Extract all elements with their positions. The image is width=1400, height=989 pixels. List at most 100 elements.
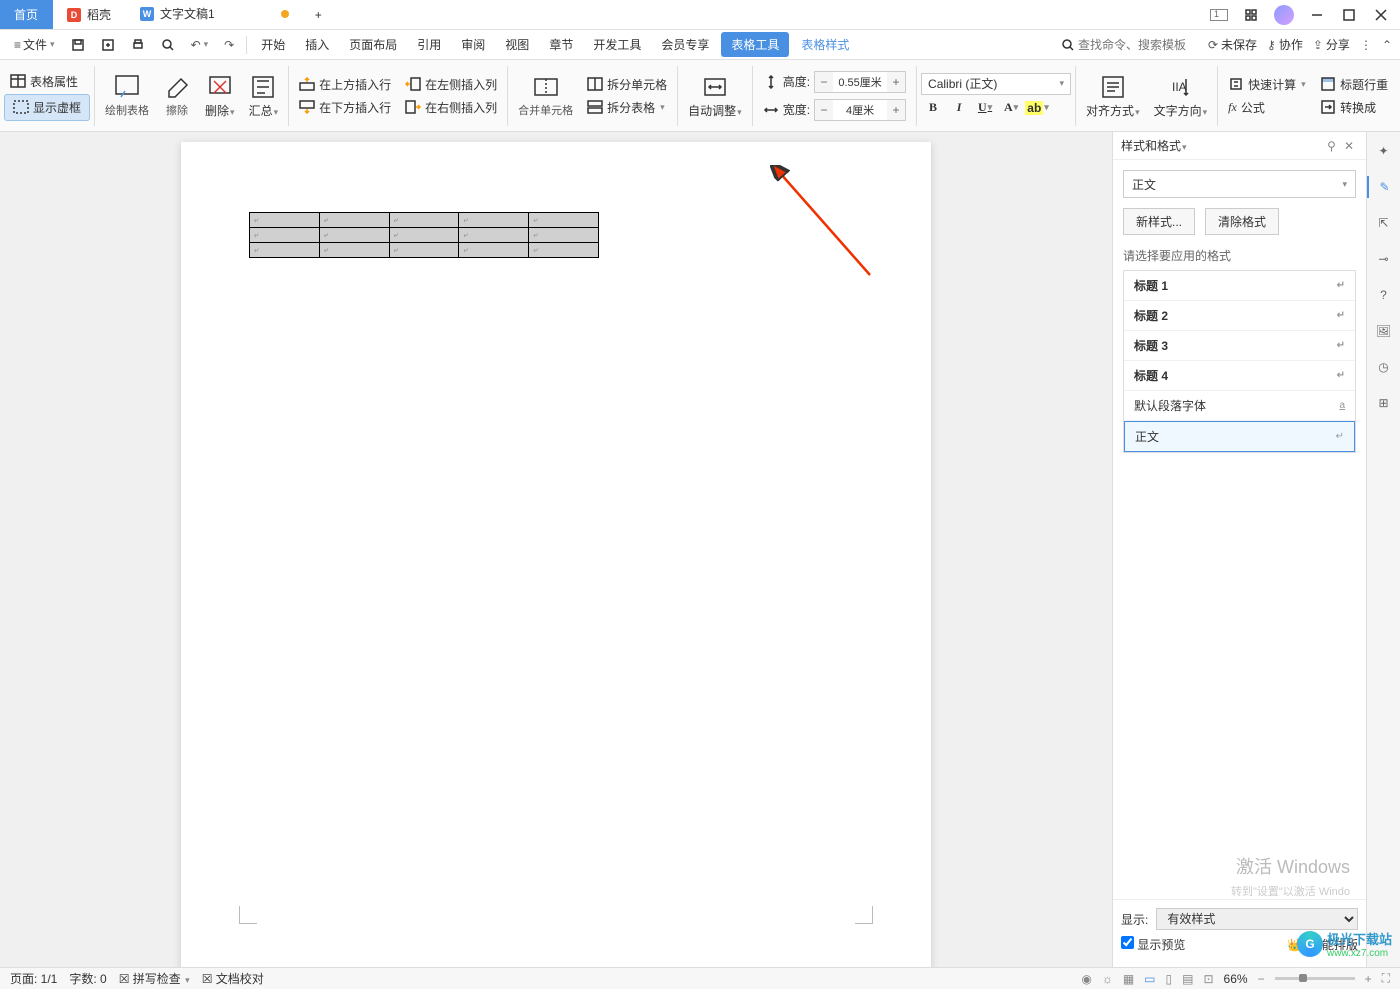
title-row-repeat-button[interactable]: 标题行重 <box>1314 74 1394 95</box>
style-heading1[interactable]: 标题 1↵ <box>1124 271 1355 301</box>
italic-button[interactable]: I <box>947 97 971 119</box>
share-button[interactable]: ⇪分享 <box>1313 36 1350 53</box>
menu-hamburger[interactable]: ≡ 文件▾ <box>8 33 61 56</box>
status-spell[interactable]: ☒ 拼写检查 ▾ <box>119 970 190 987</box>
rail-help-icon[interactable]: ? <box>1373 284 1395 306</box>
rail-tool-icon[interactable]: ⊞ <box>1373 392 1395 414</box>
close-button[interactable] <box>1366 3 1396 27</box>
qat-export[interactable] <box>95 35 121 55</box>
rail-sparkle-icon[interactable]: ✦ <box>1373 140 1395 162</box>
height-plus[interactable]: + <box>887 72 905 92</box>
style-heading2[interactable]: 标题 2↵ <box>1124 301 1355 331</box>
qat-preview[interactable] <box>155 35 181 55</box>
style-default-font[interactable]: 默认段落字体a <box>1124 391 1355 421</box>
rail-image-icon[interactable]: 🖼 <box>1373 320 1395 342</box>
document-table[interactable]: ⤶⤶⤶⤶⤶ ⤶⤶⤶⤶⤶ ⤶⤶⤶⤶⤶ <box>249 212 599 258</box>
menu-chapter[interactable]: 章节 <box>541 32 581 57</box>
qat-print[interactable] <box>125 35 151 55</box>
menu-insert[interactable]: 插入 <box>297 32 337 57</box>
sb-grid-icon[interactable]: ▦ <box>1123 972 1134 986</box>
smart-layout-link[interactable]: 智能排版 <box>1310 936 1358 953</box>
summary-button[interactable]: 汇总▾ <box>243 71 285 121</box>
rail-settings-icon[interactable]: ⊸ <box>1373 248 1395 270</box>
apps-icon[interactable] <box>1236 3 1266 27</box>
minimize-button[interactable] <box>1302 3 1332 27</box>
qat-undo[interactable]: ↶▾ <box>185 35 215 55</box>
sb-page-icon[interactable]: ▭ <box>1144 972 1155 986</box>
font-color-button[interactable]: A▾ <box>999 97 1023 119</box>
underline-button[interactable]: U▾ <box>973 97 997 119</box>
unsaved-button[interactable]: ⟳未保存 <box>1208 36 1257 53</box>
style-body-text[interactable]: 正文↵ <box>1124 421 1355 452</box>
convert-button[interactable]: 转换成 <box>1314 97 1394 118</box>
tab-docker[interactable]: D稻壳 <box>53 0 126 29</box>
sb-eye-icon[interactable]: ◉ <box>1081 972 1091 986</box>
menu-start[interactable]: 开始 <box>253 32 293 57</box>
width-plus[interactable]: + <box>887 100 905 120</box>
menu-table-tools[interactable]: 表格工具 <box>721 32 789 57</box>
menu-member[interactable]: 会员专享 <box>653 32 717 57</box>
zoom-level[interactable]: 66% <box>1224 972 1248 986</box>
menu-ref[interactable]: 引用 <box>409 32 449 57</box>
sb-web-icon[interactable]: ▤ <box>1182 972 1193 986</box>
font-select[interactable]: Calibri (正文)▾ <box>921 73 1071 95</box>
sb-read-icon[interactable]: ▯ <box>1166 972 1173 986</box>
menu-view[interactable]: 视图 <box>497 32 537 57</box>
table-props-button[interactable]: 表格属性 <box>4 71 90 92</box>
tab-add[interactable]: + <box>304 0 334 29</box>
rail-clock-icon[interactable]: ◷ <box>1373 356 1395 378</box>
erase-button[interactable]: 擦除 <box>157 71 197 120</box>
menu-dev[interactable]: 开发工具 <box>585 32 649 57</box>
tab-home[interactable]: 首页 <box>0 0 53 29</box>
autofit-button[interactable]: 自动调整▾ <box>682 71 748 121</box>
tab-document[interactable]: W文字文稿1 <box>126 0 304 29</box>
current-style-select[interactable]: 正文▾ <box>1123 170 1356 198</box>
insert-col-left-button[interactable]: 在左侧插入列 <box>399 74 503 95</box>
more-menu[interactable]: ⋮ <box>1360 38 1372 52</box>
style-heading4[interactable]: 标题 4↵ <box>1124 361 1355 391</box>
show-select[interactable]: 有效样式 <box>1156 908 1358 930</box>
zoom-out[interactable]: − <box>1258 972 1265 986</box>
menu-review[interactable]: 审阅 <box>453 32 493 57</box>
width-minus[interactable]: − <box>815 100 833 120</box>
qat-redo[interactable]: ↷ <box>218 35 240 55</box>
status-words[interactable]: 字数: 0 <box>69 970 106 987</box>
height-input[interactable] <box>833 76 887 88</box>
user-avatar[interactable] <box>1274 5 1294 25</box>
height-minus[interactable]: − <box>815 72 833 92</box>
menu-table-style[interactable]: 表格样式 <box>793 32 857 57</box>
search-input[interactable] <box>1078 38 1198 52</box>
sb-expand-icon[interactable]: ⛶ <box>1382 971 1390 986</box>
width-input[interactable] <box>833 104 887 116</box>
maximize-button[interactable] <box>1334 3 1364 27</box>
rail-select-icon[interactable]: ⇱ <box>1373 212 1395 234</box>
delete-button[interactable]: 删除▾ <box>199 71 241 121</box>
show-virtual-frame-button[interactable]: 显示虚框 <box>4 94 90 121</box>
sb-sun-icon[interactable]: ☼ <box>1102 972 1113 986</box>
menu-layout[interactable]: 页面布局 <box>341 32 405 57</box>
insert-col-right-button[interactable]: 在右侧插入列 <box>399 97 503 118</box>
preview-checkbox[interactable]: 显示预览 <box>1121 936 1185 953</box>
merge-cells-button[interactable]: 合并单元格 <box>512 71 579 120</box>
alignment-button[interactable]: 对齐方式▾ <box>1080 71 1146 121</box>
command-search[interactable] <box>1062 38 1198 52</box>
layout-toggle-icon[interactable]: 1 <box>1204 3 1234 27</box>
highlight-button[interactable]: ab▾ <box>1025 97 1049 119</box>
split-cell-button[interactable]: 拆分单元格 <box>581 74 673 95</box>
draw-table-button[interactable]: 绘制表格 <box>99 71 155 120</box>
text-direction-button[interactable]: IIA文字方向▾ <box>1148 71 1214 121</box>
zoom-in[interactable]: + <box>1365 972 1372 986</box>
panel-close-icon[interactable]: ✕ <box>1340 139 1358 153</box>
rail-pencil-icon[interactable]: ✎ <box>1367 176 1400 198</box>
insert-row-above-button[interactable]: 在上方插入行 <box>293 74 397 95</box>
sb-fit-icon[interactable]: ⊡ <box>1203 972 1213 986</box>
new-style-button[interactable]: 新样式... <box>1123 208 1195 235</box>
status-page[interactable]: 页面: 1/1 <box>10 970 57 987</box>
insert-row-below-button[interactable]: 在下方插入行 <box>293 97 397 118</box>
document-workspace[interactable]: ⤶⤶⤶⤶⤶ ⤶⤶⤶⤶⤶ ⤶⤶⤶⤶⤶ <box>0 132 1112 967</box>
coop-button[interactable]: ⚷协作 <box>1267 36 1303 53</box>
fast-calc-button[interactable]: 快速计算▾ <box>1222 74 1312 95</box>
clear-format-button[interactable]: 清除格式 <box>1205 208 1279 235</box>
zoom-slider[interactable] <box>1275 977 1355 980</box>
status-proofread[interactable]: ☒ 文档校对 <box>202 970 264 987</box>
